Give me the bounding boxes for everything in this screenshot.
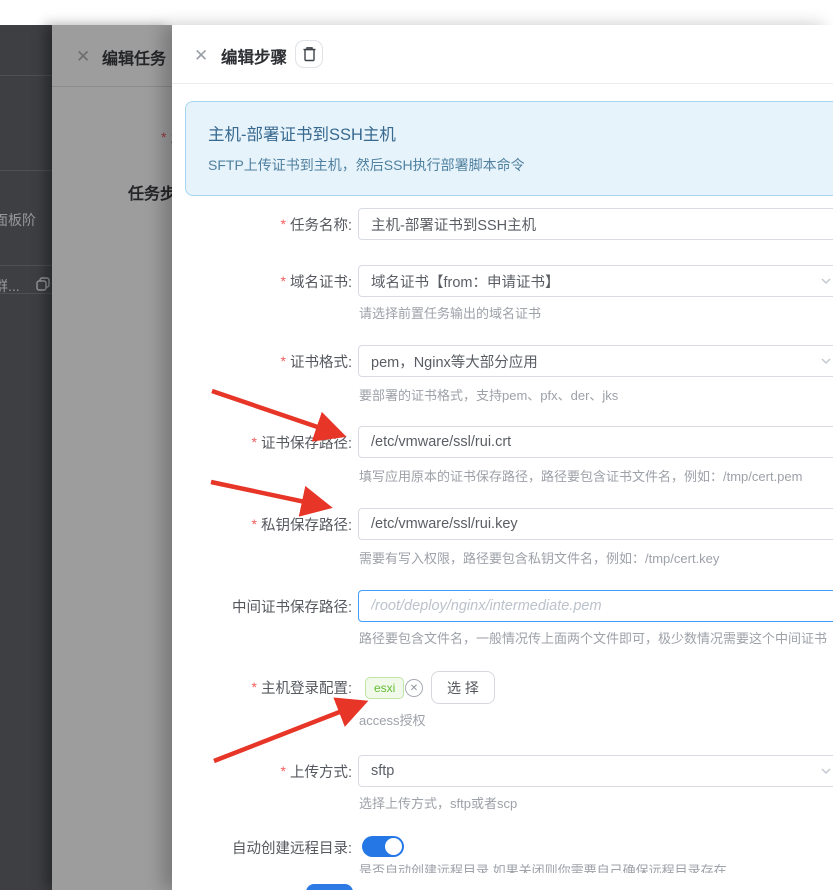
help-text: 要部署的证书格式，支持pem、pfx、der、jks	[359, 388, 619, 403]
circle-close-icon[interactable]: ✕	[405, 679, 423, 697]
required-asterisk: *	[251, 679, 257, 695]
delete-step-button[interactable]	[295, 40, 323, 68]
help-text: access授权	[359, 713, 426, 728]
close-icon[interactable]: ✕	[194, 46, 208, 66]
field-label-intermediate-cert-path: 中间证书保存路径:	[231, 599, 352, 616]
intermediate-cert-path-input[interactable]	[358, 590, 833, 622]
table-cell-text: 群...	[0, 278, 20, 294]
step-info-title: 主机-部署证书到SSH主机	[208, 126, 396, 144]
domain-cert-select[interactable]	[358, 265, 833, 297]
close-icon[interactable]: ✕	[76, 47, 90, 67]
field-label-upload-method: * 上传方式:	[280, 763, 352, 781]
field-label-host-login-config: * 主机登录配置:	[251, 679, 352, 697]
required-asterisk: *	[280, 216, 286, 232]
task-name-input[interactable]	[358, 208, 833, 240]
upload-method-select[interactable]	[358, 755, 833, 787]
required-asterisk: *	[251, 516, 257, 532]
field-label-cert-save-path: * 证书保存路径:	[251, 434, 352, 452]
chevron-down-icon	[821, 768, 831, 775]
required-asterisk: *	[280, 273, 286, 289]
choose-host-button[interactable]: 选 择	[431, 671, 495, 704]
host-config-tag[interactable]: esxi	[365, 677, 405, 699]
trash-icon	[303, 47, 315, 62]
task-steps-label: 任务步骤	[128, 186, 172, 203]
help-text: 填写应用原本的证书保存路径，路径要包含证书文件名，例如：/tmp/cert.pe…	[359, 469, 803, 484]
chevron-down-icon	[821, 278, 831, 285]
submit-button[interactable]	[306, 884, 353, 890]
drawer-title: 编辑任务	[102, 51, 167, 68]
edit-task-drawer: ✕ 编辑任务 * 超 任务步骤	[52, 25, 172, 890]
field-label-cert-format: * 证书格式:	[280, 353, 352, 371]
field-label-key-save-path: * 私钥保存路径:	[251, 516, 352, 534]
help-text: 路径要包含文件名，一般情况传上面两个文件即可，极少数情况需要这个中间证书	[359, 631, 828, 646]
key-save-path-input[interactable]	[358, 508, 833, 540]
cert-save-path-input[interactable]	[358, 426, 833, 458]
step-info-subtitle: SFTP上传证书到主机，然后SSH执行部署脚本命令	[208, 157, 525, 173]
divider	[52, 86, 172, 87]
field-label-auto-create-remote-dir: 自动创建远程目录:	[231, 840, 352, 857]
help-text: 需要有写入权限，路径要包含私钥文件名，例如：/tmp/cert.key	[359, 551, 720, 566]
cert-format-select[interactable]	[358, 345, 833, 377]
edit-step-drawer: ✕ 编辑步骤 主机-部署证书到SSH主机 SFTP上传证书到主机，然后SSH执行…	[172, 25, 833, 890]
help-text: 选择上传方式，sftp或者scp	[359, 796, 518, 811]
help-text: 请选择前置任务输出的域名证书	[359, 306, 542, 321]
copy-icon[interactable]	[36, 277, 50, 291]
table-cell-text: 面板阶	[0, 212, 36, 228]
help-text: 是否自动创建远程目录,如果关闭则你需要自己确保远程目录存在	[359, 864, 727, 873]
divider	[0, 170, 52, 171]
step-info-box	[185, 101, 833, 196]
required-asterisk: *	[280, 763, 286, 779]
required-asterisk: *	[251, 434, 257, 450]
field-label-task-name: * 任务名称:	[280, 216, 352, 234]
switch-knob	[385, 838, 402, 855]
required-asterisk: *	[161, 129, 167, 145]
chevron-down-icon	[821, 358, 831, 365]
auto-create-dir-switch[interactable]	[362, 836, 404, 857]
divider	[0, 265, 52, 266]
divider	[172, 83, 833, 84]
background-page-strip: 面板阶 群...	[0, 25, 52, 890]
required-asterisk: *	[280, 353, 286, 369]
field-label-domain-cert: * 域名证书:	[280, 273, 352, 291]
divider	[0, 75, 52, 76]
drawer-title: 编辑步骤	[221, 49, 287, 67]
